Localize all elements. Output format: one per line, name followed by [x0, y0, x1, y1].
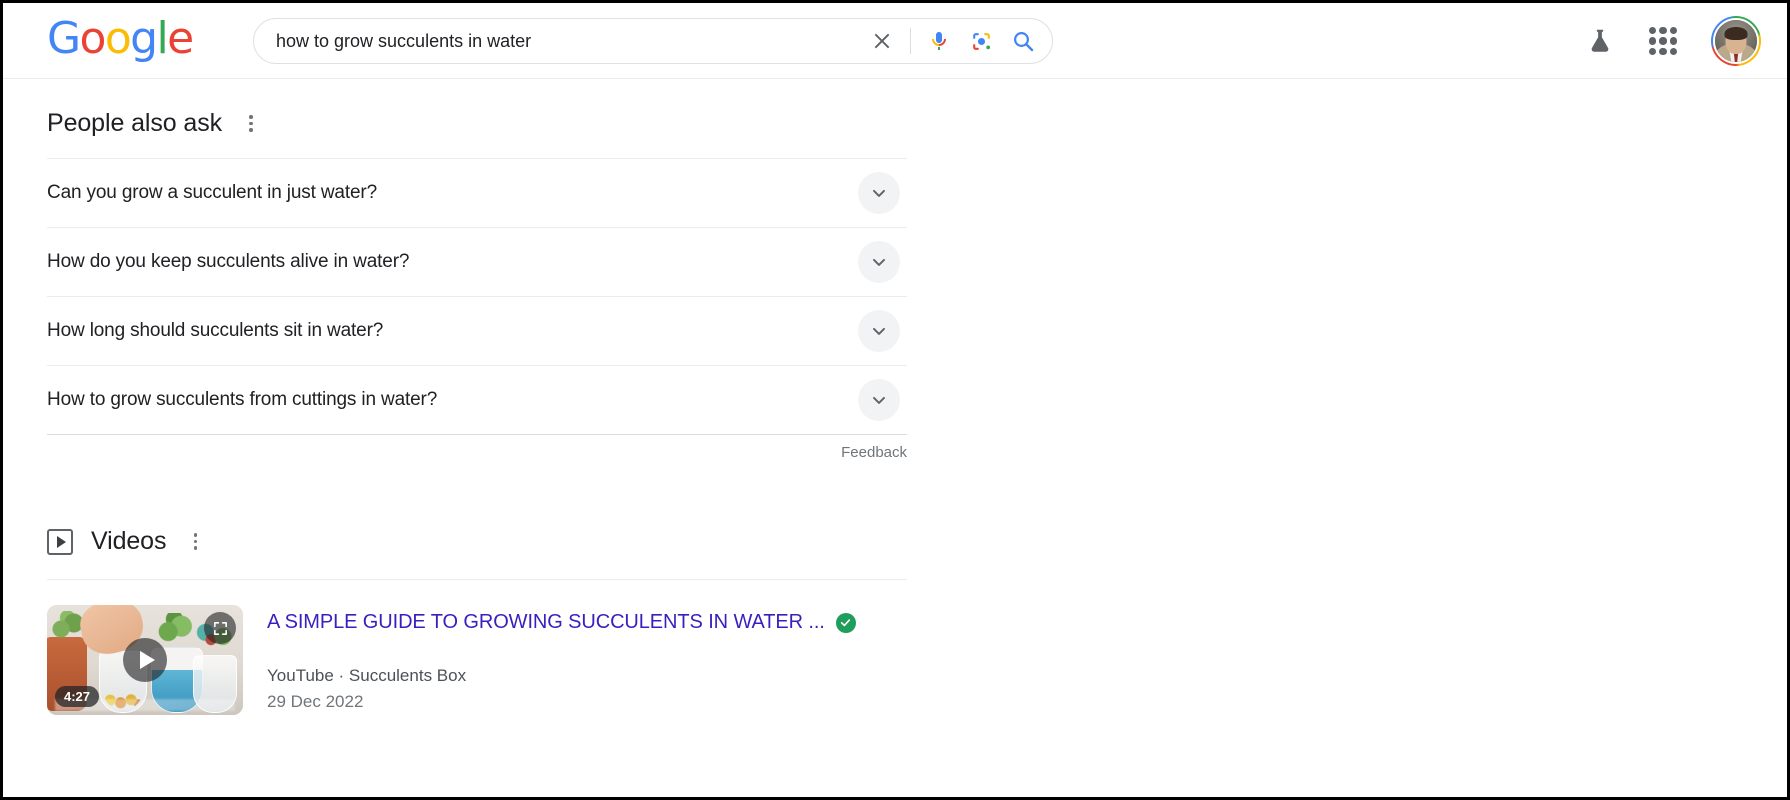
results-column: People also ask Can you grow a succulent…	[47, 79, 907, 715]
close-icon	[874, 33, 890, 49]
video-play-badge-icon	[47, 528, 73, 555]
people-also-ask-header: People also ask	[47, 79, 907, 138]
people-also-ask-title: People also ask	[47, 109, 223, 137]
expand-icon	[213, 621, 227, 635]
header-actions	[1585, 3, 1761, 79]
chevron-down-icon	[873, 258, 885, 266]
play-icon	[139, 651, 155, 669]
feedback-link[interactable]: Feedback	[841, 444, 907, 461]
expand-thumbnail-button[interactable]	[204, 612, 236, 644]
voice-search-button[interactable]	[918, 20, 960, 62]
video-date: 29 Dec 2022	[267, 692, 364, 711]
chevron-down-icon	[873, 327, 885, 335]
microphone-icon	[932, 32, 946, 50]
paa-expand-button[interactable]	[858, 172, 900, 214]
paa-expand-button[interactable]	[858, 379, 900, 421]
kebab-menu-icon[interactable]	[240, 113, 262, 135]
video-title-row[interactable]: A SIMPLE GUIDE TO GROWING SUCCULENTS IN …	[267, 611, 856, 634]
logo-letter-e: e	[167, 13, 194, 64]
videos-header: Videos	[47, 527, 907, 556]
chevron-down-icon	[873, 396, 885, 404]
paa-question-row[interactable]: Can you grow a succulent in just water?	[47, 158, 907, 227]
paa-question-text: How long should succulents sit in water?	[47, 320, 384, 341]
chevron-down-icon	[873, 189, 885, 197]
search-labs-button[interactable]	[1585, 25, 1615, 57]
people-also-ask-list: Can you grow a succulent in just water? …	[47, 158, 907, 434]
search-results-main: People also ask Can you grow a succulent…	[3, 79, 1787, 715]
video-result-item[interactable]: 4:27 A SIMPLE GUIDE TO GROWING SUCCULENT…	[47, 605, 907, 715]
video-thumbnail[interactable]: 4:27	[47, 605, 243, 715]
videos-title: Videos	[91, 527, 167, 555]
video-source: YouTube · Succulents Box	[267, 666, 467, 685]
search-header: Google how to grow succulents in water	[3, 3, 1787, 79]
lab-flask-icon	[1591, 29, 1609, 52]
logo-letter-o2: o	[104, 13, 132, 64]
search-box[interactable]: how to grow succulents in water	[253, 18, 1053, 64]
videos-section: Videos 4:27 A SIMPLE GUIDE TO GROWING SU…	[47, 527, 907, 715]
paa-question-text: How to grow succulents from cuttings in …	[47, 389, 438, 410]
play-button[interactable]	[123, 638, 167, 682]
account-avatar-button[interactable]	[1711, 16, 1761, 66]
search-input[interactable]: how to grow succulents in water	[276, 31, 861, 52]
google-apps-button[interactable]	[1649, 27, 1677, 55]
kebab-menu-icon[interactable]	[184, 531, 206, 553]
paa-question-text: How do you keep succulents alive in wate…	[47, 251, 410, 272]
video-duration-badge: 4:27	[55, 686, 100, 707]
lens-search-button[interactable]	[960, 20, 1002, 62]
video-title-link[interactable]: A SIMPLE GUIDE TO GROWING SUCCULENTS IN …	[267, 611, 825, 634]
avatar	[1713, 18, 1759, 64]
paa-footer: Feedback	[47, 434, 907, 461]
video-details: A SIMPLE GUIDE TO GROWING SUCCULENTS IN …	[267, 605, 856, 715]
verified-check-icon	[835, 612, 856, 633]
paa-expand-button[interactable]	[858, 310, 900, 352]
apps-grid-icon	[1649, 27, 1657, 35]
browser-viewport: Google how to grow succulents in water P…	[0, 0, 1790, 800]
search-submit-button[interactable]	[1002, 20, 1044, 62]
search-icon	[1013, 31, 1034, 52]
videos-divider	[47, 579, 907, 580]
logo-letter-o1: o	[79, 13, 107, 64]
paa-question-row[interactable]: How do you keep succulents alive in wate…	[47, 227, 907, 296]
logo-letter-g: g	[130, 13, 158, 64]
logo-letter-G: G	[47, 13, 81, 64]
clear-search-button[interactable]	[861, 20, 903, 62]
google-logo[interactable]: Google	[47, 17, 194, 61]
paa-question-row[interactable]: How long should succulents sit in water?	[47, 296, 907, 365]
paa-question-text: Can you grow a succulent in just water?	[47, 182, 377, 203]
google-lens-icon	[972, 32, 990, 50]
people-also-ask-section: People also ask Can you grow a succulent…	[47, 79, 907, 461]
paa-expand-button[interactable]	[858, 241, 900, 283]
search-divider	[910, 28, 911, 54]
logo-letter-l: l	[156, 13, 169, 64]
paa-question-row[interactable]: How to grow succulents from cuttings in …	[47, 365, 907, 434]
